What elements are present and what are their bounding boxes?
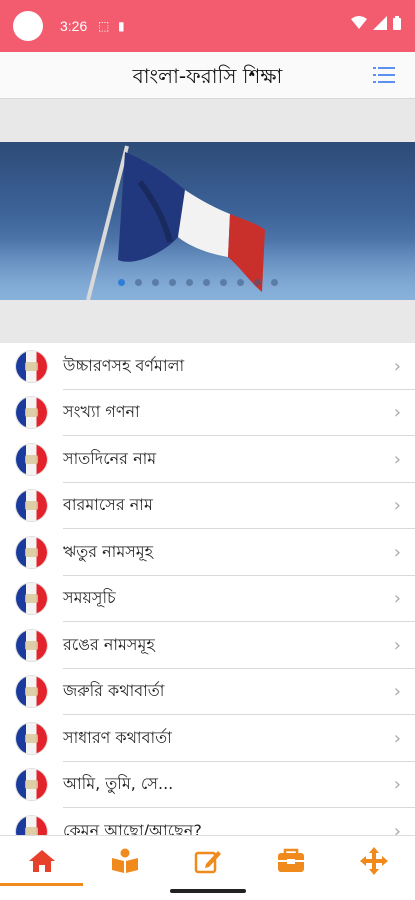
french-flag-icon xyxy=(16,769,47,801)
carousel-dot[interactable] xyxy=(169,279,176,286)
list-item-label: সাধারণ কথাবার্তা xyxy=(63,727,172,747)
lesson-list: উচ্চারণসহ বর্ণমালা › সংখ্যা গণনা › সাতদি… xyxy=(0,343,415,835)
tab-inbox[interactable] xyxy=(249,836,332,886)
list-item-label: ঋতুর নামসমূহ xyxy=(63,541,154,561)
list-item-label: উচ্চারণসহ বর্ণমালা xyxy=(63,355,185,375)
list-item[interactable]: কেমন আছো/আছেন? › xyxy=(0,808,415,835)
chevron-right-icon: › xyxy=(393,495,401,517)
tab-home[interactable] xyxy=(0,836,83,886)
battery-icon xyxy=(393,16,401,30)
wifi-icon xyxy=(351,16,367,29)
list-item-label: সংখ্যা গণনা xyxy=(63,402,140,422)
carousel-dot[interactable] xyxy=(271,279,278,286)
tab-move[interactable] xyxy=(332,836,415,886)
chevron-right-icon: › xyxy=(393,634,401,656)
tab-reading[interactable] xyxy=(83,836,166,886)
carousel-dots xyxy=(118,279,278,286)
french-flag-icon xyxy=(16,583,47,615)
chevron-right-icon: › xyxy=(393,448,401,470)
camera-cutout xyxy=(13,11,43,41)
chevron-right-icon: › xyxy=(393,402,401,424)
gesture-bar xyxy=(170,889,246,893)
carousel-dot[interactable] xyxy=(186,279,193,286)
list-item[interactable]: উচ্চারণসহ বর্ণমালা › xyxy=(0,343,415,390)
book-reader-icon xyxy=(111,848,138,873)
french-flag-icon xyxy=(16,536,47,568)
carousel-dot[interactable] xyxy=(254,279,261,286)
french-flag-icon xyxy=(16,490,47,522)
list-item[interactable]: বারমাসের নাম › xyxy=(0,483,415,529)
edit-icon xyxy=(194,851,221,874)
french-flag-icon xyxy=(16,350,47,382)
signal-icon xyxy=(373,16,387,30)
list-item-label: সাতদিনের নাম xyxy=(63,448,157,468)
battery-saver-icon: ▮ xyxy=(118,19,125,33)
chevron-right-icon: › xyxy=(393,541,401,563)
carousel-dot[interactable] xyxy=(118,279,125,286)
list-item[interactable]: সাধারণ কথাবার্তা › xyxy=(0,715,415,762)
move-arrows-icon xyxy=(359,847,388,875)
list-item[interactable]: আমি, তুমি, সে... › xyxy=(0,762,415,808)
sim-icon: ⬚ xyxy=(98,19,110,33)
list-item[interactable]: ঋতুর নামসমূহ › xyxy=(0,529,415,576)
french-flag-icon xyxy=(16,676,47,708)
chevron-right-icon: › xyxy=(393,355,401,377)
app-bar: বাংলা-ফরাসি শিক্ষা xyxy=(0,52,415,99)
french-flag-image xyxy=(86,145,265,300)
carousel-dot[interactable] xyxy=(220,279,227,286)
carousel-dot[interactable] xyxy=(203,279,210,286)
list-item[interactable]: জরুরি কথাবার্তা › xyxy=(0,669,415,715)
chevron-right-icon: › xyxy=(393,681,401,703)
list-item-label: সময়সূচি xyxy=(63,588,116,608)
french-flag-icon xyxy=(16,397,47,429)
list-item[interactable]: সময়সূচি › xyxy=(0,576,415,622)
french-flag-icon xyxy=(16,722,47,754)
list-item[interactable]: রঙের নামসমূহ › xyxy=(0,622,415,669)
status-time: 3:26 xyxy=(60,18,88,34)
list-item-label: কেমন আছো/আছেন? xyxy=(63,820,202,835)
list-item[interactable]: সংখ্যা গণনা › xyxy=(0,390,415,436)
list-item-label: বারমাসের নাম xyxy=(63,495,153,515)
carousel-dot[interactable] xyxy=(237,279,244,286)
carousel-dot[interactable] xyxy=(152,279,159,286)
banner-carousel[interactable] xyxy=(0,142,415,300)
inbox-icon xyxy=(277,848,304,872)
list-item-label: রঙের নামসমূহ xyxy=(63,634,155,654)
french-flag-icon xyxy=(16,443,47,475)
chevron-right-icon: › xyxy=(393,820,401,835)
french-flag-icon xyxy=(16,629,47,661)
list-item-label: আমি, তুমি, সে... xyxy=(63,774,174,794)
list-item[interactable]: সাতদিনের নাম › xyxy=(0,436,415,483)
carousel-dot[interactable] xyxy=(135,279,142,286)
chevron-right-icon: › xyxy=(393,588,401,610)
status-bar: 3:26 ⬚ ▮ xyxy=(0,0,415,52)
french-flag-icon xyxy=(16,815,47,835)
chevron-right-icon: › xyxy=(393,774,401,796)
list-menu-icon[interactable] xyxy=(373,66,395,84)
page-title: বাংলা-ফরাসি শিক্ষা xyxy=(132,64,283,88)
home-icon xyxy=(28,850,55,872)
tab-edit[interactable] xyxy=(166,836,249,886)
chevron-right-icon: › xyxy=(393,727,401,749)
list-item-label: জরুরি কথাবার্তা xyxy=(63,681,165,701)
